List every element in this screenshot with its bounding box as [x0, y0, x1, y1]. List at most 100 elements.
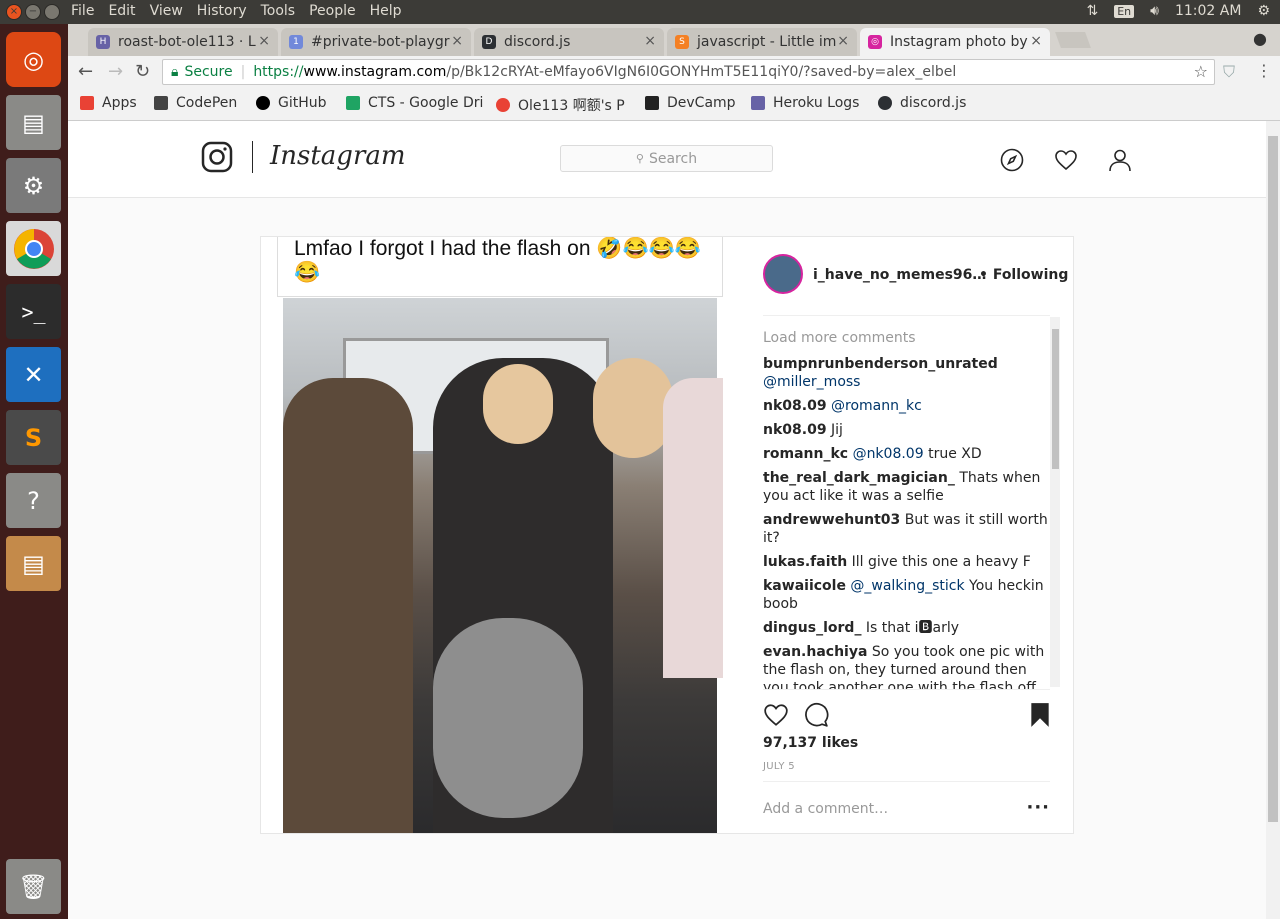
save-bookmark-icon[interactable]: [1029, 702, 1051, 728]
comment-item: dingus_lord_ Is that i🅱arly: [763, 619, 1050, 637]
bookmark-label: GitHub: [278, 95, 327, 111]
comment-username[interactable]: lukas.faith: [763, 554, 847, 570]
back-button[interactable]: ←: [78, 61, 93, 82]
post-actions: 97,137 likes JULY 5 Add a comment… ···: [763, 689, 1050, 835]
comment-username[interactable]: bumpnrunbenderson_unrated: [763, 356, 998, 372]
chrome-icon[interactable]: [6, 221, 61, 276]
comment-username[interactable]: nk08.09: [763, 398, 827, 414]
post-photo[interactable]: Lmfao I forgot I had the flash on 🤣😂😂😂 😂: [261, 237, 747, 833]
github-icon: [256, 96, 270, 110]
post-date: JULY 5: [763, 761, 795, 772]
menu-file[interactable]: File: [71, 3, 94, 19]
file-manager-icon[interactable]: ▤: [6, 536, 61, 591]
comment-mention[interactable]: @miller_moss: [763, 374, 860, 390]
tab-private-bot-playground[interactable]: 1 #private-bot-playgr ×: [281, 28, 471, 56]
explore-compass-icon[interactable]: [1000, 148, 1024, 172]
clock[interactable]: 11:02 AM: [1175, 3, 1241, 19]
comment-username[interactable]: nk08.09: [763, 422, 827, 438]
tab-instagram[interactable]: ◎ Instagram photo by ×: [860, 28, 1050, 56]
profile-person-icon[interactable]: [1108, 148, 1132, 172]
bookmark-apps[interactable]: Apps: [80, 95, 137, 111]
window-close-button[interactable]: ×: [6, 4, 22, 20]
profile-icon[interactable]: ●: [1253, 29, 1267, 48]
network-icon[interactable]: ⇅: [1087, 3, 1099, 19]
comment-username[interactable]: the_real_dark_magician_: [763, 470, 955, 486]
chrome-menu-icon[interactable]: ⋮: [1256, 61, 1272, 80]
bookmark-label: DevCamp: [667, 95, 736, 111]
menu-help[interactable]: Help: [370, 3, 402, 19]
comment-username[interactable]: kawaiicole: [763, 578, 846, 594]
like-count[interactable]: 97,137 likes: [763, 735, 858, 751]
bookmark-codepen[interactable]: CodePen: [154, 95, 237, 111]
comment-mention[interactable]: @nk08.09: [853, 446, 924, 462]
unknown-app-icon[interactable]: ?: [6, 473, 61, 528]
system-settings-icon[interactable]: ⚙: [6, 158, 61, 213]
menu-people[interactable]: People: [309, 3, 356, 19]
sublime-text-icon[interactable]: S: [6, 410, 61, 465]
close-icon[interactable]: ×: [644, 33, 656, 49]
keyboard-language-indicator[interactable]: En: [1114, 4, 1135, 18]
menu-tools[interactable]: Tools: [261, 3, 296, 19]
address-divider: |: [240, 64, 246, 80]
terminal-icon[interactable]: >_: [6, 284, 61, 339]
add-comment-field[interactable]: Add a comment… ···: [763, 781, 1050, 834]
reload-button[interactable]: ↻: [135, 61, 150, 82]
bookmark-devcamp[interactable]: DevCamp: [645, 95, 736, 111]
window-minimize-button[interactable]: −: [25, 4, 41, 20]
comment-username[interactable]: romann_kc: [763, 446, 848, 462]
comment-bubble-icon[interactable]: [803, 702, 829, 728]
bookmark-google-drive[interactable]: CTS - Google Dri: [346, 95, 483, 111]
trash-icon[interactable]: 🗑︎: [6, 859, 61, 914]
window-maximize-button[interactable]: [44, 4, 60, 20]
following-status[interactable]: • Following: [979, 267, 1068, 283]
close-icon[interactable]: ×: [1030, 33, 1042, 49]
search-input[interactable]: ⚲ Search: [560, 145, 773, 172]
close-icon[interactable]: ×: [451, 33, 463, 49]
ubuntu-dash-icon[interactable]: ◎: [6, 32, 61, 87]
instagram-wordmark[interactable]: Instagram: [270, 141, 406, 171]
new-tab-button[interactable]: [1055, 32, 1091, 48]
forward-button[interactable]: →: [108, 61, 123, 82]
files-icon[interactable]: ▤: [6, 95, 61, 150]
instagram-camera-icon[interactable]: [201, 141, 233, 173]
url-scheme: https://: [253, 64, 304, 80]
header-divider: [252, 141, 253, 173]
menu-view[interactable]: View: [150, 3, 183, 19]
bookmark-star-icon[interactable]: ☆: [1194, 62, 1208, 81]
tab-discord-js[interactable]: D discord.js ×: [474, 28, 664, 56]
more-options-icon[interactable]: ···: [1026, 797, 1050, 818]
tab-roast-bot[interactable]: H roast-bot-ole113 · L ×: [88, 28, 278, 56]
author-username[interactable]: i_have_no_memes96…: [813, 267, 986, 283]
settings-gear-icon[interactable]: ⚙: [1257, 3, 1270, 19]
activity-heart-icon[interactable]: [1054, 148, 1078, 172]
extension-shield-icon[interactable]: ⛉: [1223, 62, 1235, 82]
tab-stackoverflow[interactable]: S javascript - Little im ×: [667, 28, 857, 56]
comment-username[interactable]: andrewwehunt03: [763, 512, 900, 528]
close-icon[interactable]: ×: [837, 33, 849, 49]
comment-mention[interactable]: @romann_kc: [831, 398, 922, 414]
secure-label: Secure: [184, 64, 233, 80]
bookmark-heroku-logs[interactable]: Heroku Logs: [751, 95, 859, 111]
bookmark-github[interactable]: GitHub: [256, 95, 327, 111]
comments-scroll-thumb[interactable]: [1052, 329, 1059, 469]
instagram-icon: ◎: [868, 35, 882, 49]
address-bar[interactable]: 🔒︎ Secure | https:// www.instagram.com /…: [162, 59, 1215, 85]
volume-icon[interactable]: 🔊︎: [1150, 3, 1159, 19]
menu-edit[interactable]: Edit: [108, 3, 135, 19]
comment-text: Is that i🅱arly: [865, 620, 960, 636]
like-heart-icon[interactable]: [763, 702, 789, 728]
comment-username[interactable]: dingus_lord_: [763, 620, 861, 636]
close-icon[interactable]: ×: [258, 33, 270, 49]
comment-username[interactable]: evan.hachiya: [763, 644, 867, 660]
load-more-comments-link[interactable]: Load more comments: [763, 329, 1050, 347]
google-drive-icon: [346, 96, 360, 110]
page-scroll-thumb[interactable]: [1268, 136, 1278, 822]
bookmark-discord-js[interactable]: discord.js: [878, 95, 966, 111]
post-card: Lmfao I forgot I had the flash on 🤣😂😂😂 😂…: [260, 236, 1074, 834]
comment-mention[interactable]: @_walking_stick: [850, 578, 964, 594]
comments-scrollbar[interactable]: [1050, 317, 1060, 687]
vscode-icon[interactable]: ✕: [6, 347, 61, 402]
bookmark-ole113[interactable]: Ole113 啊额's P: [496, 95, 625, 115]
author-avatar[interactable]: [763, 254, 803, 294]
menu-history[interactable]: History: [197, 3, 247, 19]
